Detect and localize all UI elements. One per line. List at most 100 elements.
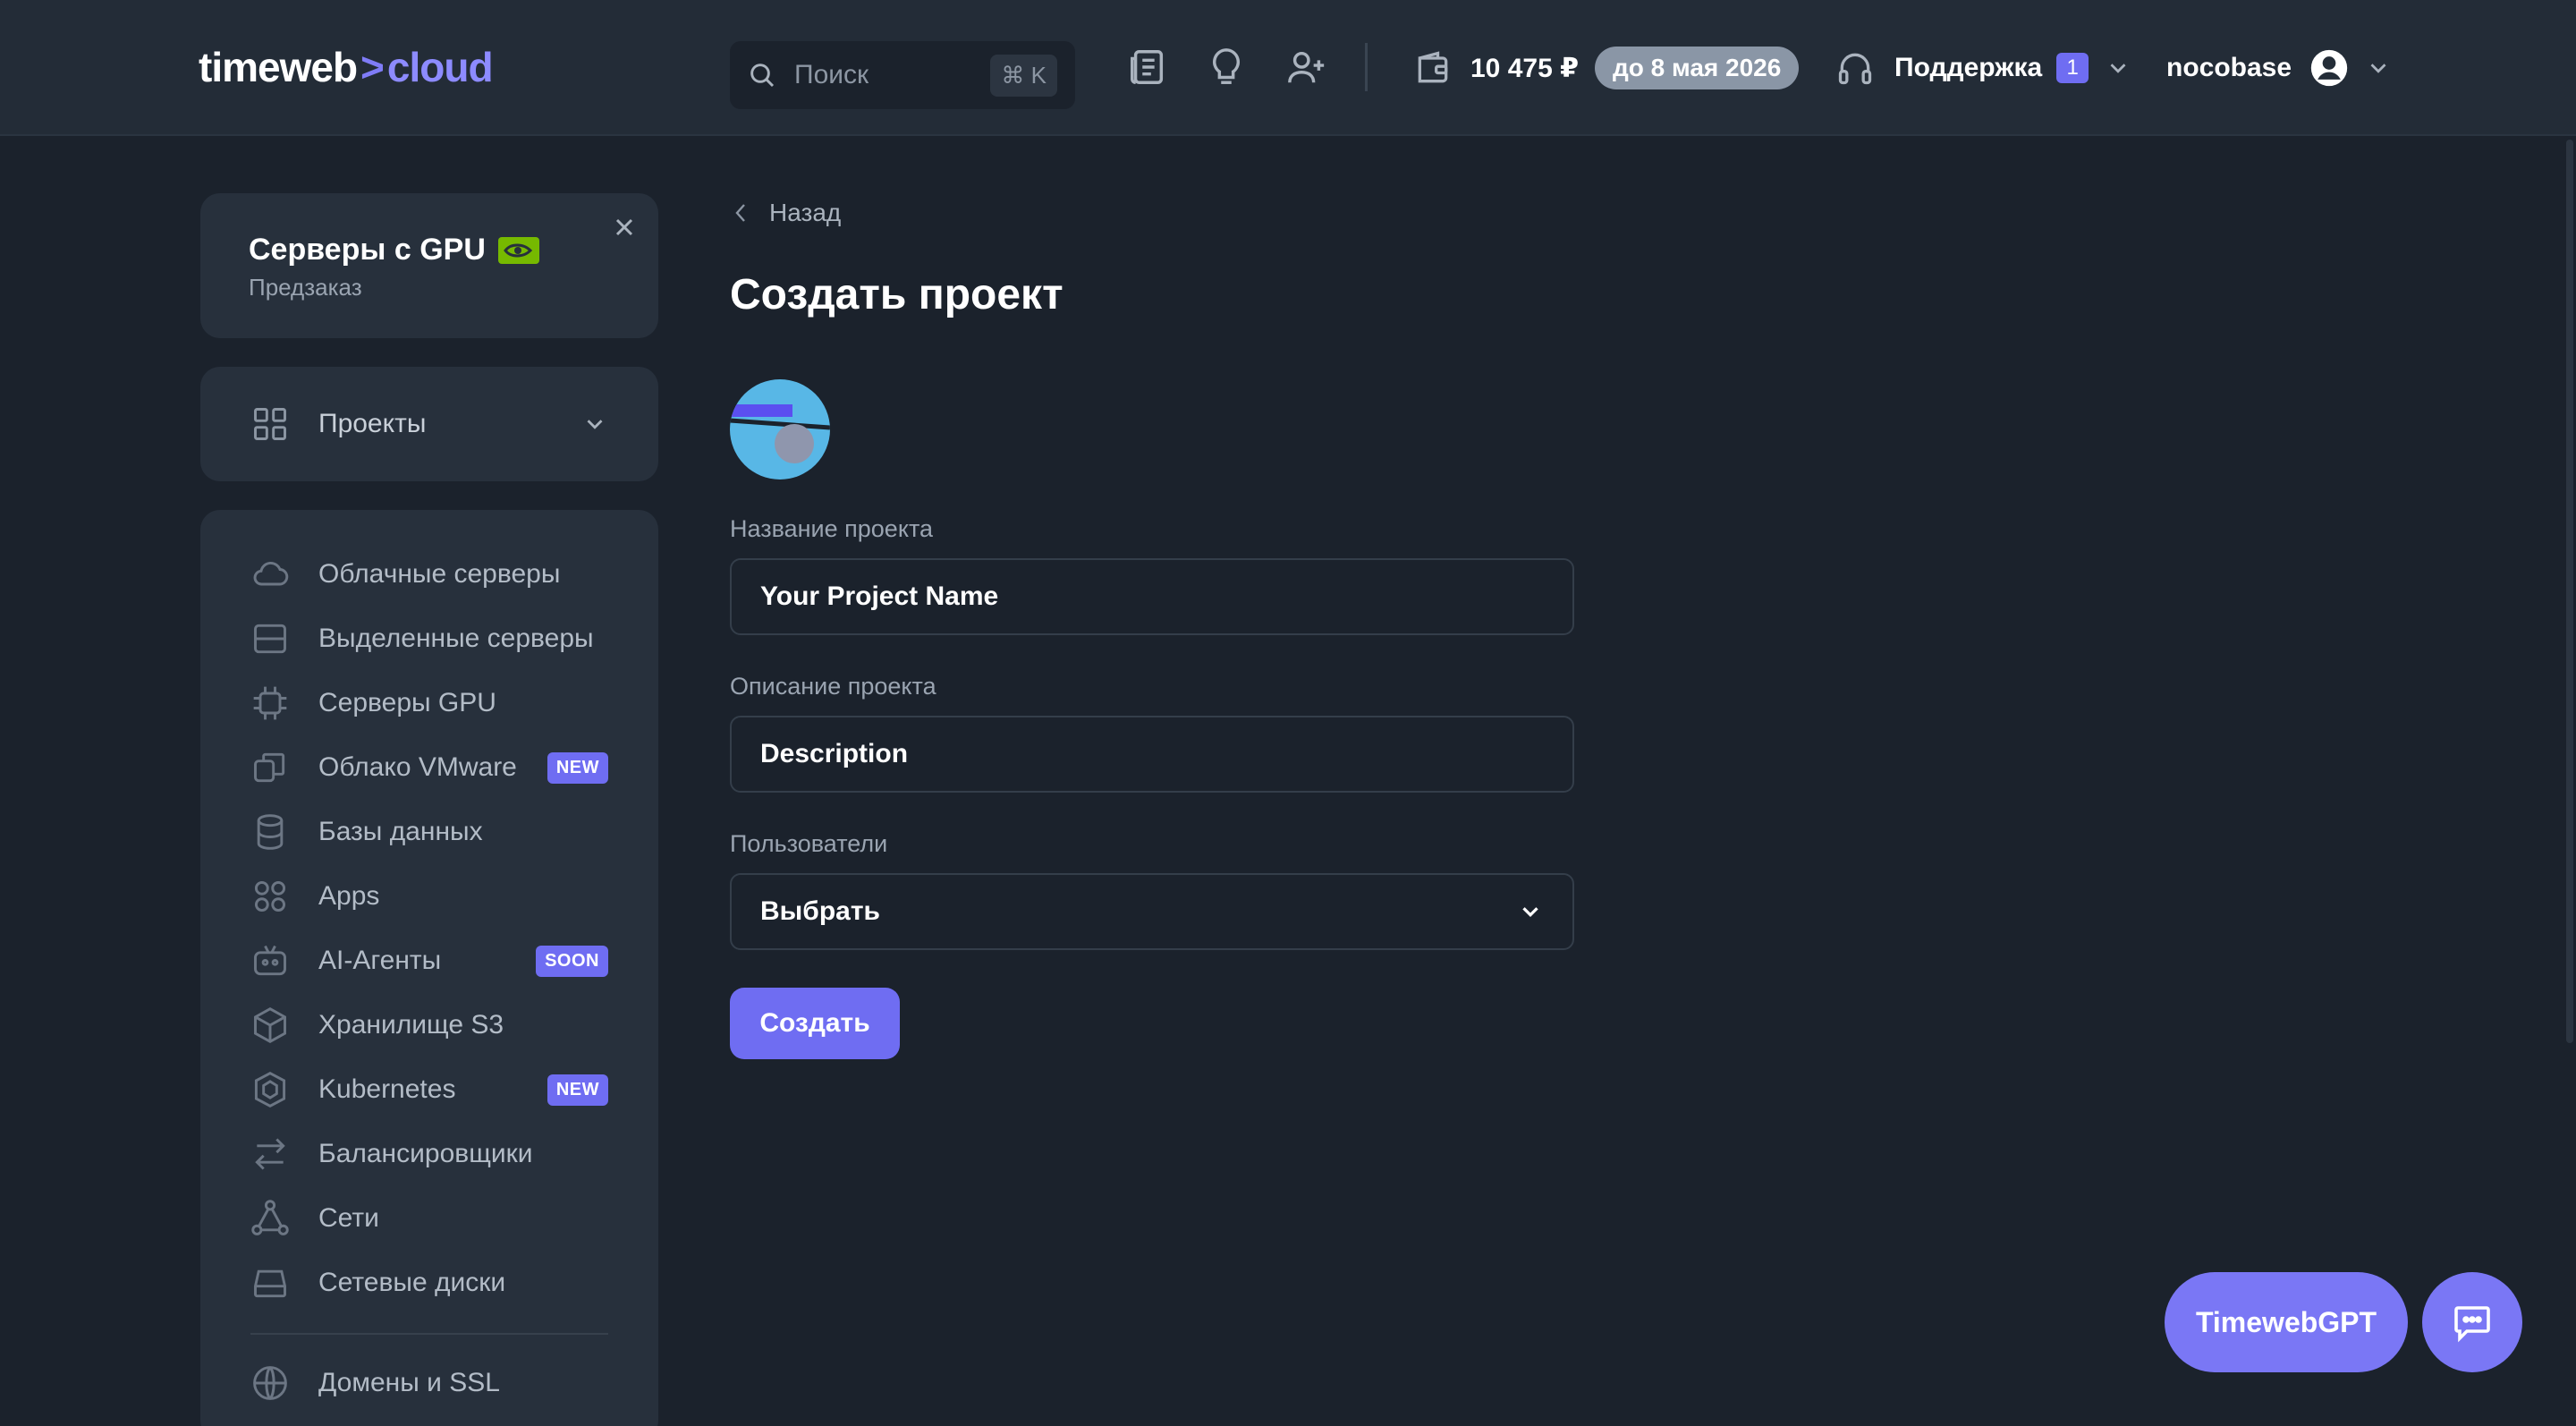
sidebar-item-label: Выделенные серверы	[318, 624, 594, 653]
sidebar-item-balancers[interactable]: Балансировщики	[200, 1122, 658, 1186]
new-badge: NEW	[547, 1074, 608, 1106]
sidebar-item-label: Серверы GPU	[318, 688, 496, 717]
top-bar: timeweb>cloud Поиск ⌘ K 10 475 ₽ до 8 ма…	[0, 0, 2576, 136]
sidebar-nav: Облачные серверы Выделенные серверы Серв…	[200, 510, 658, 1426]
sidebar-item-label: Облачные серверы	[318, 559, 561, 589]
box-icon	[254, 1006, 286, 1044]
chevron-down-icon	[587, 420, 603, 429]
nvidia-icon	[497, 236, 539, 264]
logo-cloud: cloud	[386, 44, 494, 90]
new-badge: NEW	[547, 751, 608, 784]
project-name-value: Your Project Name	[760, 581, 999, 611]
back-link[interactable]: Назад	[732, 199, 841, 227]
robot-icon	[254, 945, 286, 976]
sidebar-item-apps[interactable]: Apps	[200, 864, 658, 929]
add-user-icon[interactable]	[1286, 47, 1327, 88]
cloud-icon	[253, 561, 289, 586]
sidebar-item-cloud-servers[interactable]: Облачные серверы	[200, 542, 658, 607]
user-avatar-icon	[2310, 49, 2348, 87]
chip-icon	[253, 686, 287, 720]
vmware-icon	[254, 752, 285, 783]
support-count-badge: 1	[2056, 53, 2089, 83]
gpu-promo-title-text: Серверы с GPU	[249, 233, 486, 267]
sidebar-item-label: Базы данных	[318, 817, 483, 846]
sidebar-item-label: Apps	[318, 881, 380, 911]
users-select-value: Выбрать	[760, 896, 880, 926]
database-icon	[257, 814, 284, 850]
search-shortcut: ⌘ K	[990, 54, 1057, 97]
globe-icon	[253, 1366, 287, 1400]
lightbulb-icon[interactable]	[1206, 47, 1247, 88]
sidebar-item-label: Kubernetes	[318, 1074, 456, 1104]
support-menu[interactable]: Поддержка 1	[1835, 45, 2131, 91]
chevron-down-icon	[2110, 64, 2126, 73]
gpu-promo-card[interactable]: Серверы с GPU Предзаказ	[200, 193, 658, 338]
sidebar-item-label: Домены и SSL	[318, 1368, 500, 1397]
headphones-icon	[1838, 53, 1872, 85]
chevron-down-icon	[2370, 64, 2386, 73]
support-label: Поддержка	[1894, 53, 2043, 82]
sidebar-item-dedicated-servers[interactable]: Выделенные серверы	[200, 607, 658, 671]
sidebar-item-vmware[interactable]: Облако VMware NEW	[200, 735, 658, 800]
balance-amount: 10 475 ₽	[1470, 53, 1579, 83]
topbar-divider	[1365, 43, 1368, 91]
news-icon[interactable]	[1127, 47, 1168, 88]
sidebar-item-domains[interactable]: Домены и SSL	[200, 1351, 658, 1415]
sidebar-item-label: Балансировщики	[318, 1139, 533, 1168]
project-name-input[interactable]: Your Project Name	[730, 558, 1574, 635]
sidebar-item-label: Сети	[318, 1203, 379, 1233]
disk-icon	[254, 1269, 286, 1298]
apps-icon	[254, 880, 286, 912]
balance-block[interactable]: 10 475 ₽ до 8 мая 2026	[1413, 43, 1800, 93]
timeweb-gpt-button[interactable]: TimewebGPT	[2165, 1272, 2408, 1372]
create-button[interactable]: Создать	[730, 988, 900, 1059]
project-avatar[interactable]	[730, 379, 830, 480]
search-placeholder: Поиск	[794, 60, 869, 89]
network-icon	[251, 1200, 289, 1235]
scrollbar[interactable]	[2563, 136, 2576, 1426]
close-icon[interactable]	[610, 213, 639, 242]
sidebar-item-databases[interactable]: Базы данных	[200, 800, 658, 864]
sidebar-divider	[250, 1333, 608, 1335]
soon-badge: SOON	[536, 945, 608, 977]
logo-arrow: >	[360, 44, 385, 90]
sidebar-item-label: AI-Агенты	[318, 946, 442, 975]
sidebar-item-ai-agents[interactable]: AI-Агенты SOON	[200, 929, 658, 993]
sidebar-item-label: Облако VMware	[318, 752, 517, 782]
logo-main: timeweb	[199, 44, 358, 90]
sidebar-item-networks[interactable]: Сети	[200, 1186, 658, 1251]
gpu-promo-title: Серверы с GPU	[249, 233, 539, 267]
projects-label: Проекты	[318, 409, 427, 438]
gpu-promo-subtitle: Предзаказ	[249, 274, 362, 301]
page-title: Создать проект	[730, 271, 1063, 318]
kubernetes-icon	[254, 1072, 286, 1108]
sidebar-item-kubernetes[interactable]: Kubernetes NEW	[200, 1057, 658, 1122]
sidebar-item-label: Хранилище S3	[318, 1010, 504, 1040]
wallet-icon	[1418, 51, 1448, 83]
chevron-left-icon	[735, 204, 745, 222]
project-description-input[interactable]: Description	[730, 716, 1574, 793]
back-label: Назад	[769, 199, 842, 226]
paid-until-badge: до 8 мая 2026	[1594, 47, 1800, 89]
users-label: Пользователи	[730, 830, 888, 857]
scrollbar-thumb[interactable]	[2566, 140, 2573, 1043]
sidebar-item-gpu-servers[interactable]: Серверы GPU	[200, 671, 658, 735]
search-box[interactable]: Поиск ⌘ K	[730, 41, 1075, 109]
username: nocobase	[2166, 53, 2292, 82]
users-select[interactable]: Выбрать	[730, 873, 1574, 950]
grid-icon	[254, 408, 286, 440]
chevron-down-icon	[1522, 907, 1538, 918]
projects-dropdown[interactable]: Проекты	[200, 367, 658, 481]
chat-icon	[2454, 1306, 2490, 1343]
project-description-value: Description	[760, 739, 909, 768]
logo[interactable]: timeweb>cloud	[199, 43, 494, 91]
server-icon	[254, 624, 286, 654]
search-icon	[750, 64, 775, 88]
sidebar-item-s3-storage[interactable]: Хранилище S3	[200, 993, 658, 1057]
user-menu[interactable]: nocobase	[2166, 43, 2392, 93]
arrows-icon	[255, 1138, 285, 1170]
project-description-label: Описание проекта	[730, 673, 936, 700]
sidebar-item-label: Сетевые диски	[318, 1268, 506, 1297]
chat-button[interactable]	[2422, 1272, 2522, 1372]
sidebar-item-network-disks[interactable]: Сетевые диски	[200, 1251, 658, 1315]
